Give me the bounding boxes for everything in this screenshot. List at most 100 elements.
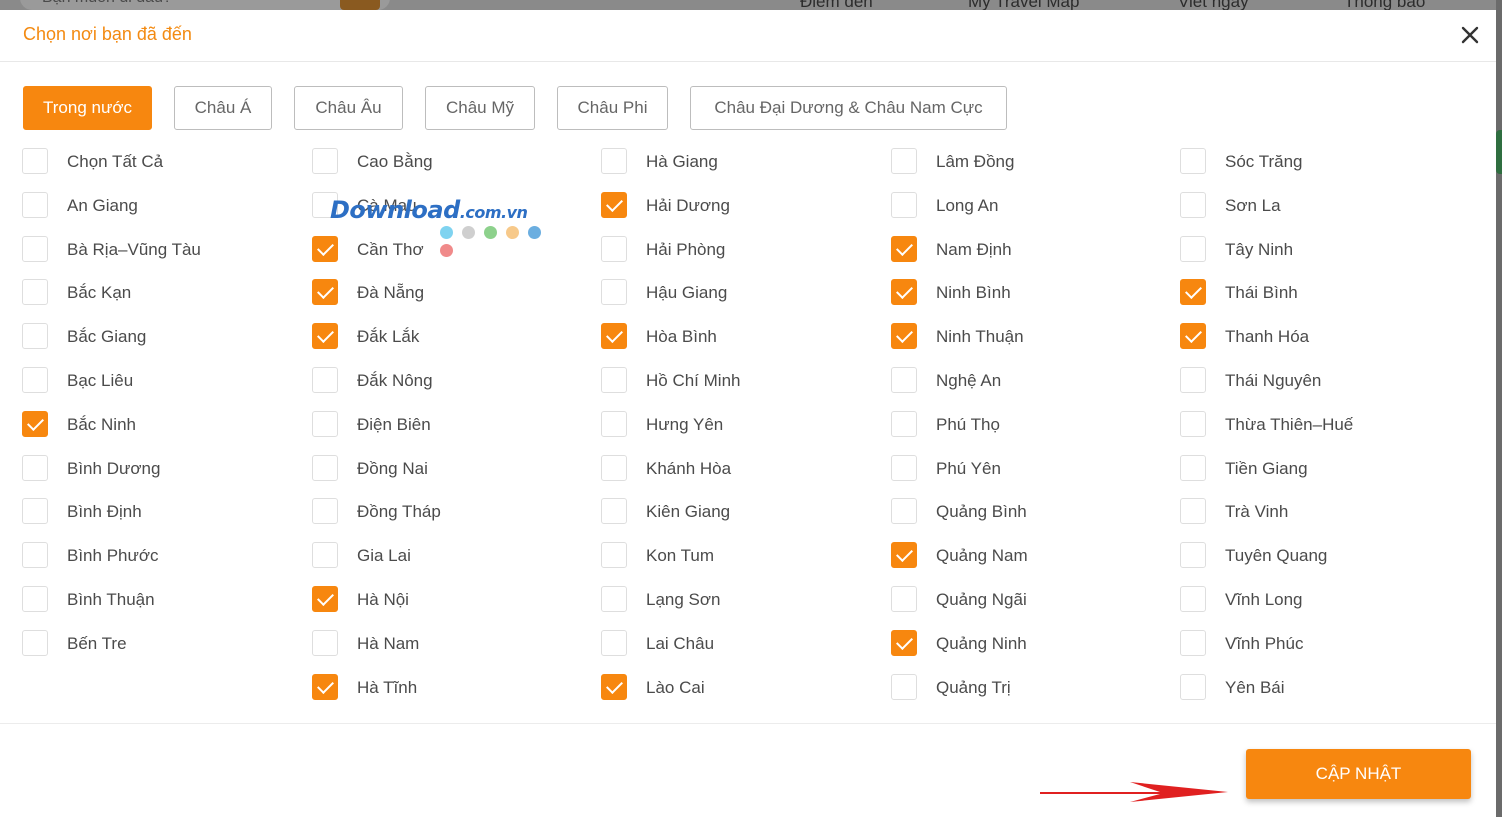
checkbox-unchecked[interactable] [601,630,627,656]
province-option[interactable]: Long An [891,191,1171,221]
province-option[interactable]: Kiên Giang [601,497,881,527]
checkbox-checked[interactable] [601,674,627,700]
checkbox-unchecked[interactable] [1180,411,1206,437]
tab-europe[interactable]: Châu Âu [294,86,403,130]
province-option[interactable]: Bình Thuận [22,585,302,615]
checkbox-unchecked[interactable] [22,236,48,262]
checkbox-unchecked[interactable] [22,279,48,305]
checkbox-unchecked[interactable] [1180,498,1206,524]
province-option[interactable]: Quảng Trị [891,673,1171,703]
province-option[interactable]: Gia Lai [312,541,592,571]
province-option[interactable]: Bà Rịa–Vũng Tàu [22,235,302,265]
checkbox-checked[interactable] [1180,279,1206,305]
province-option[interactable]: Bình Dương [22,454,302,484]
province-option[interactable]: Lai Châu [601,629,881,659]
province-option[interactable]: An Giang [22,191,302,221]
checkbox-unchecked[interactable] [312,630,338,656]
checkbox-checked[interactable] [1180,323,1206,349]
province-option[interactable]: Vĩnh Phúc [1180,629,1460,659]
checkbox-unchecked[interactable] [891,498,917,524]
checkbox-checked[interactable] [312,674,338,700]
province-option[interactable]: Quảng Ngãi [891,585,1171,615]
checkbox-unchecked[interactable] [312,367,338,393]
checkbox-checked[interactable] [891,542,917,568]
province-option[interactable]: Điện Biên [312,410,592,440]
province-option[interactable]: Hậu Giang [601,278,881,308]
province-option[interactable]: Cao Bằng [312,147,592,177]
province-option[interactable]: Hải Dương [601,191,881,221]
province-option[interactable]: Bạc Liêu [22,366,302,396]
checkbox-unchecked[interactable] [312,192,338,218]
province-option[interactable]: Bắc Giang [22,322,302,352]
checkbox-unchecked[interactable] [1180,236,1206,262]
checkbox-unchecked[interactable] [891,674,917,700]
checkbox-unchecked[interactable] [312,411,338,437]
province-option[interactable]: Đắk Lắk [312,322,592,352]
checkbox-unchecked[interactable] [601,455,627,481]
checkbox-checked[interactable] [22,411,48,437]
checkbox-checked[interactable] [312,586,338,612]
province-option[interactable]: Quảng Ninh [891,629,1171,659]
province-option[interactable]: Cần Thơ [312,235,592,265]
province-option[interactable]: Khánh Hòa [601,454,881,484]
checkbox-checked[interactable] [891,323,917,349]
province-option[interactable]: Phú Yên [891,454,1171,484]
checkbox-checked[interactable] [312,236,338,262]
province-option[interactable]: Lạng Sơn [601,585,881,615]
checkbox-unchecked[interactable] [601,148,627,174]
checkbox-unchecked[interactable] [312,148,338,174]
province-option[interactable]: Hà Giang [601,147,881,177]
province-option[interactable]: Thừa Thiên–Huế [1180,410,1460,440]
tab-africa[interactable]: Châu Phi [557,86,668,130]
province-option[interactable]: Quảng Nam [891,541,1171,571]
checkbox-unchecked[interactable] [312,498,338,524]
province-option[interactable]: Hải Phòng [601,235,881,265]
province-option[interactable]: Thái Nguyên [1180,366,1460,396]
checkbox-unchecked[interactable] [312,455,338,481]
checkbox-unchecked[interactable] [1180,455,1206,481]
checkbox-unchecked[interactable] [312,542,338,568]
province-option[interactable]: Hồ Chí Minh [601,366,881,396]
province-option[interactable]: Ninh Thuận [891,322,1171,352]
province-option[interactable]: Hưng Yên [601,410,881,440]
checkbox-unchecked[interactable] [1180,367,1206,393]
checkbox-unchecked[interactable] [891,148,917,174]
province-option[interactable]: Thanh Hóa [1180,322,1460,352]
checkbox-unchecked[interactable] [1180,542,1206,568]
province-option[interactable]: Hà Tĩnh [312,673,592,703]
checkbox-checked[interactable] [601,323,627,349]
checkbox-unchecked[interactable] [22,323,48,349]
close-icon[interactable] [1458,23,1482,47]
province-option[interactable]: Sơn La [1180,191,1460,221]
province-option[interactable]: Cà Mau [312,191,592,221]
province-option[interactable]: Nam Định [891,235,1171,265]
checkbox-checked[interactable] [891,279,917,305]
checkbox-checked[interactable] [891,630,917,656]
tab-oceania-antarctica[interactable]: Châu Đại Dương & Châu Nam Cực [690,86,1007,130]
checkbox-unchecked[interactable] [891,455,917,481]
province-option[interactable]: Bắc Kạn [22,278,302,308]
province-option[interactable]: Quảng Bình [891,497,1171,527]
checkbox-unchecked[interactable] [1180,630,1206,656]
checkbox-unchecked[interactable] [22,542,48,568]
province-option[interactable]: Bến Tre [22,629,302,659]
checkbox-unchecked[interactable] [22,586,48,612]
province-option[interactable]: Lào Cai [601,673,881,703]
tab-asia[interactable]: Châu Á [174,86,272,130]
checkbox-unchecked[interactable] [22,455,48,481]
checkbox-unchecked[interactable] [1180,586,1206,612]
province-option[interactable]: Nghệ An [891,366,1171,396]
province-option[interactable]: Tây Ninh [1180,235,1460,265]
checkbox-unchecked[interactable] [601,236,627,262]
province-option[interactable]: Hòa Bình [601,322,881,352]
checkbox-unchecked[interactable] [601,498,627,524]
tab-domestic[interactable]: Trong nước [23,86,152,130]
checkbox-checked[interactable] [601,192,627,218]
province-option[interactable]: Hà Nam [312,629,592,659]
province-option[interactable]: Bắc Ninh [22,410,302,440]
checkbox-unchecked[interactable] [1180,192,1206,218]
province-option[interactable]: Trà Vinh [1180,497,1460,527]
update-button[interactable]: CẬP NHẬT [1246,749,1471,799]
province-option[interactable]: Đồng Tháp [312,497,592,527]
province-option[interactable]: Đồng Nai [312,454,592,484]
